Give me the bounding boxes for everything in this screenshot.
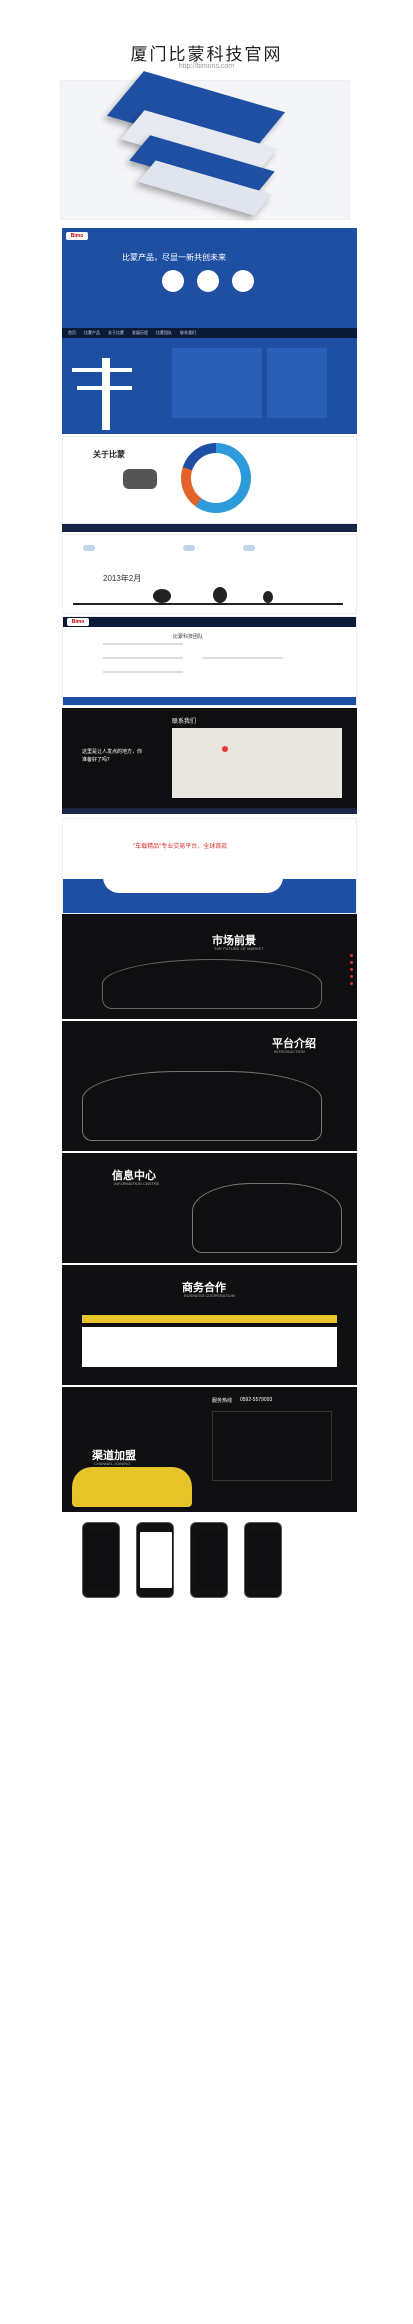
hero-section: Bimo 比蒙产品，尽显一新共创未来 xyxy=(62,228,357,328)
team-section: Bimo 比蒙科技团队 xyxy=(62,616,357,706)
nav-item-history[interactable]: 发展历程 xyxy=(132,330,148,336)
contact-heading: 联系我们 xyxy=(172,719,197,725)
tree-section xyxy=(62,338,357,434)
business-subtitle: BUSINESS COOPERATION xyxy=(184,1293,235,1298)
nav-item-home[interactable]: 首页 xyxy=(68,330,76,336)
logo-team[interactable]: Bimo xyxy=(67,618,89,626)
map[interactable] xyxy=(172,728,342,798)
hero-slogan: 比蒙产品，尽显一新共创未来 xyxy=(122,253,226,262)
contact-slogan: 这里是让人发点的地方，你准备好了吗？ xyxy=(82,749,143,763)
about-section: 关于比蒙 xyxy=(62,436,357,524)
about-heading: 关于比蒙 xyxy=(93,450,125,459)
logo[interactable]: Bimo xyxy=(66,232,88,240)
page-title: 厦门比蒙科技官网 xyxy=(130,45,283,64)
intro-section: 平台介绍 INTRODUCTION xyxy=(62,1021,357,1151)
about-footer xyxy=(62,524,357,532)
market-subtitle: THE FUTURE OF MARKET xyxy=(214,946,264,951)
nav-item-contact[interactable]: 联系我们 xyxy=(180,330,196,336)
team-heading: 比蒙科技团队 xyxy=(173,634,204,640)
phone-3 xyxy=(190,1522,228,1598)
business-section: 商务合作 BUSINESS COOPERATION xyxy=(62,1265,357,1385)
phone-1 xyxy=(82,1522,120,1598)
timeline-section: 2013年2月 xyxy=(62,534,357,614)
nav-bar: 首页 比蒙产品 关于比蒙 发展历程 比蒙团队 联系我们 xyxy=(62,328,357,338)
hotline-label: 服务热线 xyxy=(212,1398,233,1404)
phone-2 xyxy=(136,1522,174,1598)
market-section: 市场前景 THE FUTURE OF MARKET xyxy=(62,914,357,1019)
isometric-preview xyxy=(60,71,350,220)
page-url: http://bimons.com xyxy=(178,63,235,70)
nav-item-about[interactable]: 关于比蒙 xyxy=(108,330,124,336)
contact-section: 这里是让人发点的地方，你准备好了吗？ 联系我们 xyxy=(62,708,357,808)
nav-item-products[interactable]: 比蒙产品 xyxy=(84,330,100,336)
hotline-number: 0592-5579093 xyxy=(240,1397,273,1403)
intro-subtitle: INTRODUCTION xyxy=(274,1049,305,1054)
map-pin-icon xyxy=(222,746,228,752)
channel-section: 渠道加盟 CHANNEL JOINING 服务热线 0592-5579093 xyxy=(62,1387,357,1512)
timeline-date: 2013年2月 xyxy=(103,574,142,583)
platform-section: "车载精品"专业交易平台，全球首款 xyxy=(62,818,357,914)
phone-4 xyxy=(244,1522,282,1598)
nav-item-team[interactable]: 比蒙团队 xyxy=(156,330,172,336)
channel-subtitle: CHANNEL JOINING xyxy=(94,1461,131,1466)
platform-slogan: "车载精品"专业交易平台，全球首款 xyxy=(133,844,228,850)
info-subtitle: INFORMATION CENTRE xyxy=(114,1181,160,1186)
info-section: 信息中心 INFORMATION CENTRE xyxy=(62,1153,357,1263)
